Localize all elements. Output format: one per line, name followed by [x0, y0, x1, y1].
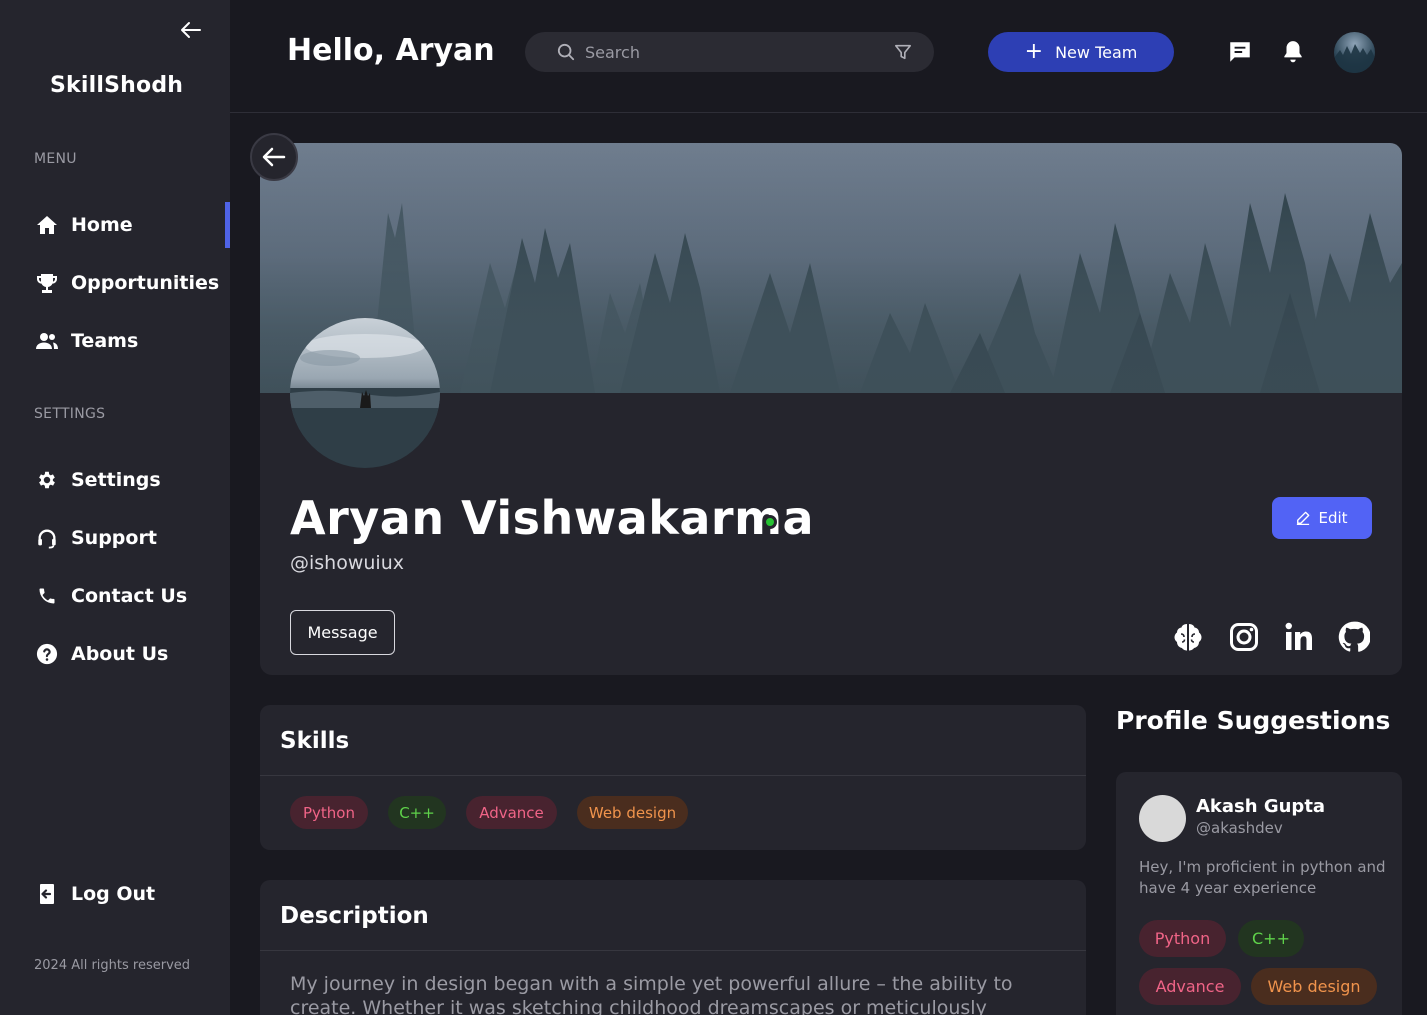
github-icon[interactable]	[1338, 621, 1371, 653]
bell-icon[interactable]	[1280, 39, 1306, 65]
suggestion-handle: @akashdev	[1196, 819, 1283, 837]
sidebar-item-label: Contact Us	[71, 585, 188, 607]
skill-chip: Advance	[1139, 968, 1241, 1005]
menu-section-label: MENU	[34, 151, 77, 167]
user-avatar[interactable]	[1334, 32, 1375, 73]
back-button[interactable]	[250, 133, 298, 181]
users-icon	[35, 329, 59, 353]
skill-chip: Python	[290, 796, 368, 829]
skills-card: Skills Python C++ Advance Web design	[260, 705, 1086, 850]
sidebar: SkillShodh MENU Home Opportunities Teams…	[0, 0, 230, 1015]
sidebar-item-teams[interactable]: Teams	[0, 318, 230, 364]
skill-chip: C++	[388, 796, 446, 829]
sidebar-item-label: About Us	[71, 643, 169, 665]
suggestions-title: Profile Suggestions	[1116, 706, 1391, 735]
skill-chip: C++	[1238, 920, 1304, 957]
phone-icon	[35, 584, 59, 608]
suggestion-card[interactable]: Akash Gupta @akashdev Hey, I'm proficien…	[1116, 772, 1402, 1015]
profile-name: Aryan Vishwakarma	[290, 491, 815, 545]
search-bar[interactable]	[525, 32, 934, 72]
home-icon	[35, 213, 59, 237]
arrow-left-icon	[181, 22, 201, 38]
arrow-left-icon	[262, 147, 286, 167]
search-icon	[557, 43, 575, 61]
headset-icon	[35, 526, 59, 550]
description-title: Description	[280, 903, 429, 929]
logout-label: Log Out	[71, 883, 156, 905]
messages-icon[interactable]	[1227, 39, 1253, 65]
edit-label: Edit	[1318, 509, 1348, 527]
profile-avatar	[290, 318, 440, 468]
top-bar: Hello, Aryan + New Team	[230, 0, 1427, 113]
sidebar-item-settings[interactable]: Settings	[0, 457, 230, 503]
sidebar-item-label: Opportunities	[71, 272, 220, 294]
cover-image	[260, 143, 1402, 393]
sidebar-item-contact-us[interactable]: Contact Us	[0, 573, 230, 619]
message-button[interactable]: Message	[290, 610, 395, 655]
question-icon	[35, 642, 59, 666]
skill-chip: Web design	[577, 796, 688, 829]
settings-section-label: SETTINGS	[34, 406, 106, 422]
skill-chip: Python	[1139, 920, 1226, 957]
greeting-title: Hello, Aryan	[287, 33, 495, 68]
search-input[interactable]	[585, 42, 894, 62]
new-team-label: New Team	[1055, 42, 1138, 62]
online-status-indicator	[763, 515, 777, 529]
sidebar-item-label: Teams	[71, 330, 139, 352]
description-text: My journey in design began with a simple…	[290, 973, 1013, 1015]
divider	[260, 950, 1086, 951]
new-team-button[interactable]: + New Team	[988, 32, 1174, 72]
pencil-icon	[1297, 511, 1310, 525]
brand-logo[interactable]: SkillShodh	[50, 73, 183, 98]
collapse-sidebar-button[interactable]	[178, 18, 204, 42]
instagram-icon[interactable]	[1228, 621, 1260, 653]
sidebar-item-home[interactable]: Home	[0, 202, 230, 248]
sidebar-item-support[interactable]: Support	[0, 515, 230, 561]
gear-icon	[35, 468, 59, 492]
description-card: Description My journey in design began w…	[260, 880, 1086, 1015]
skill-chip: Advance	[466, 796, 557, 829]
profile-handle: @ishowuiux	[290, 552, 404, 574]
sidebar-item-label: Support	[71, 527, 157, 549]
filter-icon[interactable]	[894, 43, 912, 61]
sidebar-item-label: Settings	[71, 469, 161, 491]
skill-chip: Web design	[1251, 968, 1377, 1005]
suggestion-name: Akash Gupta	[1196, 796, 1326, 817]
logout-button[interactable]: Log Out	[0, 871, 230, 917]
profile-card: Aryan Vishwakarma @ishowuiux Edit Messag…	[260, 143, 1402, 675]
copyright-text: 2024 All rights reserved	[34, 958, 191, 973]
trophy-icon	[35, 271, 59, 295]
suggestion-bio: Hey, I'm proficient in python and have 4…	[1139, 858, 1386, 897]
sidebar-item-about-us[interactable]: About Us	[0, 631, 230, 677]
skills-title: Skills	[280, 728, 350, 754]
brain-icon[interactable]	[1172, 621, 1204, 653]
sidebar-item-opportunities[interactable]: Opportunities	[0, 260, 230, 306]
plus-icon: +	[1024, 39, 1044, 64]
edit-profile-button[interactable]: Edit	[1272, 497, 1372, 539]
sidebar-item-label: Home	[71, 214, 133, 236]
divider	[260, 775, 1086, 776]
suggestion-avatar	[1139, 795, 1186, 842]
linkedin-icon[interactable]	[1283, 621, 1315, 653]
logout-icon	[35, 882, 59, 906]
